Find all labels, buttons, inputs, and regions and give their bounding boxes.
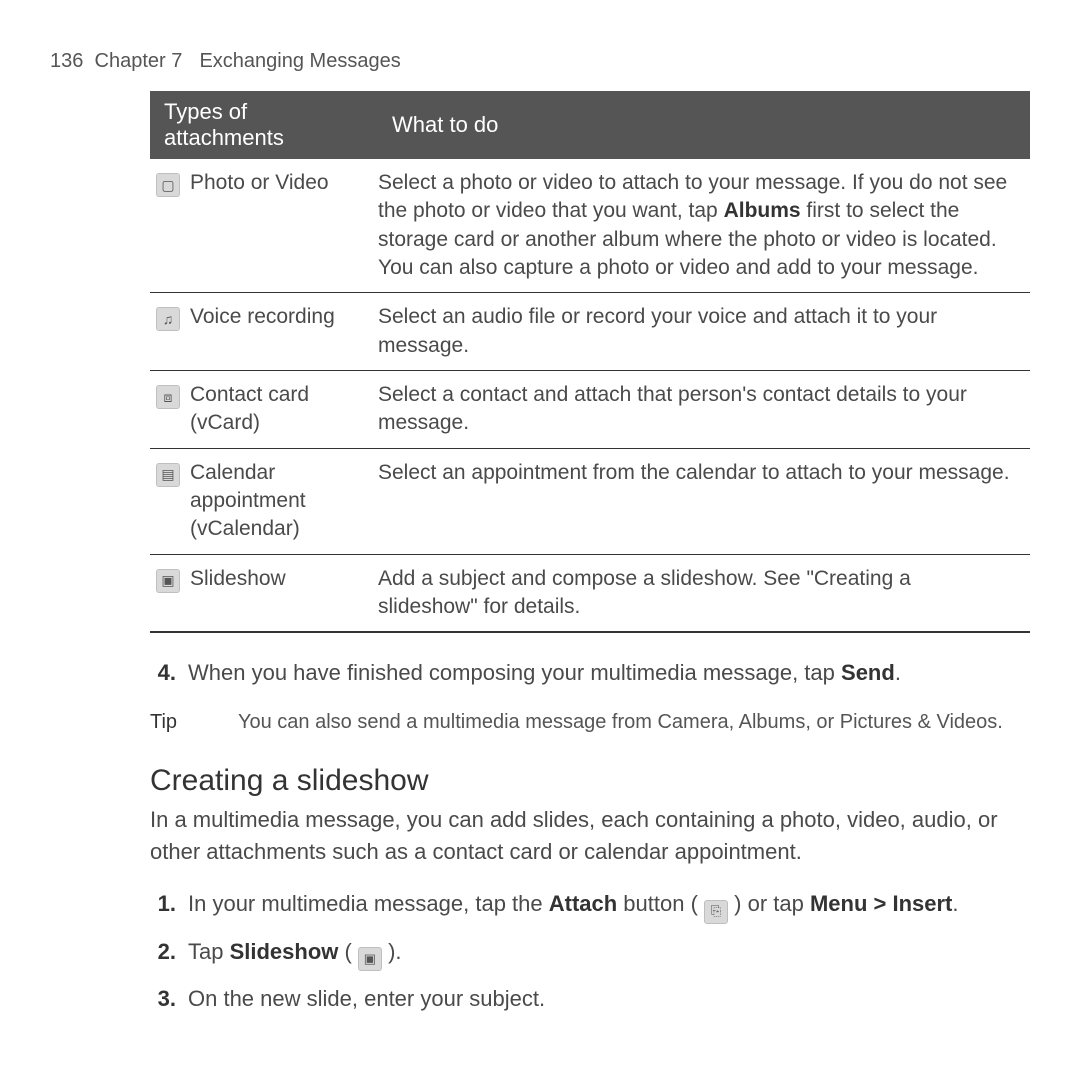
attachment-desc: Select an appointment from the calendar … [378, 448, 1030, 554]
step-number: 3. [150, 983, 176, 1015]
photo-video-icon: ▢ [156, 173, 180, 197]
section-title: Creating a slideshow [150, 764, 1030, 798]
step-text: When you have finished composing your mu… [188, 657, 901, 689]
section-desc: In a multimedia message, you can add sli… [150, 804, 1030, 868]
table-header-what: What to do [378, 91, 1030, 159]
attachment-desc: Select a photo or video to attach to you… [378, 159, 1030, 293]
step-number: 4. [150, 657, 176, 689]
attachment-desc: Add a subject and compose a slideshow. S… [378, 554, 1030, 632]
attachment-type-label: Slideshow [190, 565, 286, 593]
slideshow-steps: 1. In your multimedia message, tap the A… [150, 888, 1030, 1015]
contact-card-icon: ⧈ [156, 385, 180, 409]
list-item: 3. On the new slide, enter your subject. [150, 983, 1030, 1015]
attachment-type-label: Calendar appointment (vCalendar) [190, 459, 364, 544]
step-number: 2. [150, 936, 176, 971]
voice-recording-icon: ♫ [156, 307, 180, 331]
document-page: 136 Chapter 7 Exchanging Messages Types … [0, 0, 1080, 1015]
table-row: ▣ Slideshow Add a subject and compose a … [150, 554, 1030, 632]
chapter-label: Chapter 7 [95, 50, 183, 72]
slideshow-small-icon: ▣ [358, 947, 382, 971]
step-text: In your multimedia message, tap the Atta… [188, 888, 959, 923]
table-row: ▢ Photo or Video Select a photo or video… [150, 159, 1030, 293]
step-4: 4. When you have finished composing your… [150, 657, 1030, 689]
list-item: 2. Tap Slideshow ( ▣ ). [150, 936, 1030, 971]
step-number: 1. [150, 888, 176, 923]
step-text: Tap Slideshow ( ▣ ). [188, 936, 402, 971]
chapter-title: Exchanging Messages [199, 50, 400, 72]
attachment-type-label: Contact card (vCard) [190, 381, 364, 438]
tip-label: Tip [150, 709, 210, 736]
page-header: 136 Chapter 7 Exchanging Messages [50, 50, 1030, 73]
attachments-table: Types of attachments What to do ▢ Photo … [150, 91, 1030, 633]
table-header-types: Types of attachments [150, 91, 378, 159]
table-row: ▤ Calendar appointment (vCalendar) Selec… [150, 448, 1030, 554]
step-text: On the new slide, enter your subject. [188, 983, 545, 1015]
attachments-table-wrap: Types of attachments What to do ▢ Photo … [150, 91, 1030, 633]
table-row: ⧈ Contact card (vCard) Select a contact … [150, 371, 1030, 449]
tip-text: You can also send a multimedia message f… [238, 709, 1030, 736]
list-item: 1. In your multimedia message, tap the A… [150, 888, 1030, 923]
slideshow-icon: ▣ [156, 569, 180, 593]
attachment-type-label: Voice recording [190, 303, 335, 331]
attachment-desc: Select a contact and attach that person'… [378, 371, 1030, 449]
calendar-icon: ▤ [156, 463, 180, 487]
attachment-desc: Select an audio file or record your voic… [378, 293, 1030, 371]
table-row: ♫ Voice recording Select an audio file o… [150, 293, 1030, 371]
page-number: 136 [50, 50, 83, 72]
tip-block: Tip You can also send a multimedia messa… [50, 709, 1030, 736]
attach-icon: ⎘ [704, 900, 728, 924]
attachment-type-label: Photo or Video [190, 169, 329, 197]
